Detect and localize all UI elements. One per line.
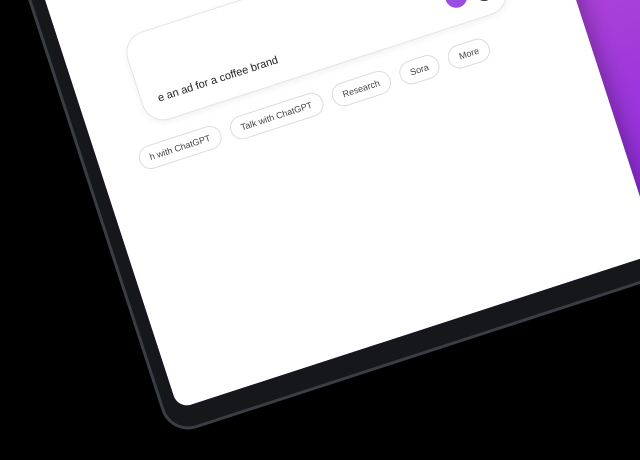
prompt-input[interactable]: e an ad for a coffee brand: [156, 54, 279, 104]
send-button[interactable]: ↑: [468, 0, 500, 4]
chip-talk[interactable]: Talk with ChatGPT: [226, 89, 327, 143]
chip-more[interactable]: More: [445, 35, 493, 72]
screen: ☆ ⌕ What can I help with? e an ad for a …: [0, 0, 640, 409]
voice-icon: ✦: [450, 0, 462, 4]
voice-button[interactable]: ✦: [442, 0, 471, 11]
laptop-bezel: ☆ ⌕ What can I help with? e an ad for a …: [0, 0, 640, 437]
chip-chat[interactable]: h with ChatGPT: [135, 122, 225, 173]
chip-research[interactable]: Research: [328, 67, 394, 110]
laptop-frame: ☆ ⌕ What can I help with? e an ad for a …: [0, 0, 640, 437]
chip-sora[interactable]: Sora: [396, 51, 443, 88]
browser-window: ☆ ⌕ What can I help with? e an ad for a …: [0, 0, 640, 409]
